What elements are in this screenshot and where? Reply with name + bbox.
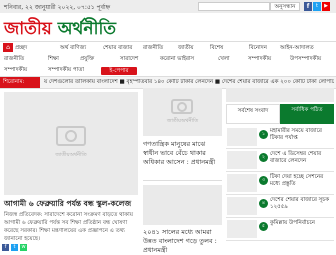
nav-item[interactable]: সম্পাদকীয় (4, 67, 27, 75)
list-number: ৪ (259, 199, 268, 208)
twitter-icon[interactable]: t (313, 2, 321, 11)
search-input[interactable] (198, 2, 270, 11)
nav-item[interactable]: শেয়ার বাজার (103, 45, 132, 53)
camera-placeholder-icon (171, 96, 193, 114)
nav-item[interactable]: খেলা (218, 56, 230, 64)
nav-item[interactable]: প্রচ্ছদ (15, 45, 27, 53)
image-watermark: জাতীয়অর্থনীতি (55, 152, 87, 158)
tab-popular[interactable]: সর্বাধিক পঠিত (280, 104, 334, 124)
nav-item[interactable]: প্রযুক্তি (80, 56, 94, 64)
nav-row-2: রাজনীতি শিক্ষা প্রযুক্তি সারাদেশ করোনা ভ… (0, 53, 336, 64)
list-number: ২ (259, 153, 268, 162)
nav-item[interactable]: বিশেষ (210, 45, 223, 53)
logo-part-1: জাতীয় (4, 19, 58, 39)
top-bar: শনিবার, ২২ জানুয়ারী ২০২২, ০৭:৫১ পূর্বাহ… (0, 0, 336, 13)
nav-item[interactable]: করোনা ভাইরাস (160, 56, 194, 64)
ticker-label: শিরোনাম: (0, 77, 40, 88)
nav-item[interactable]: সারাদেশ (120, 56, 138, 64)
list-thumbnail (227, 128, 257, 146)
home-icon[interactable]: ⌂ (3, 43, 13, 52)
nav-item[interactable]: অর্থ বাণিজ্য (60, 45, 86, 53)
nav-item[interactable]: সম্পাদকীয় পাতা (48, 67, 84, 75)
list-title[interactable]: মহামারীর সময়ে বাজারে টিকার পর্যাপ্ত (270, 128, 332, 142)
epaper-button[interactable]: ই-পেপার (101, 67, 137, 75)
twitter-share-icon[interactable]: t (11, 244, 18, 251)
nav-row-3: সম্পাদকীয় সম্পাদকীয় পাতা (0, 64, 336, 75)
list-thumbnail (227, 151, 257, 169)
list-number: ৩ (259, 176, 268, 185)
sidebar-banner (226, 88, 334, 102)
tab-latest[interactable]: সর্বশেষ সংবাদ (226, 104, 280, 124)
nav-item[interactable]: রাজনীতি (4, 56, 24, 64)
list-item[interactable]: ৫ কুমিল্লায় উপনির্বাচনে (226, 218, 334, 241)
ticker-text[interactable]: য় দেশগুলোর তালিকায় বাংলাদেশ ■ বৃহস্পতি… (44, 79, 334, 87)
list-item[interactable]: ১ মহামারীর সময়ে বাজারে টিকার পর্যাপ্ত (226, 126, 334, 149)
youtube-icon[interactable]: ▶ (322, 2, 330, 11)
image-watermark: জাতীয়অর্থনীতি (166, 118, 199, 124)
logo-part-2: অর্থনীতি (57, 19, 117, 39)
list-title[interactable]: টিকা দেয়া হচ্ছে সেশনের মধ্যে প্রস্তুতি (270, 174, 332, 188)
middle-story-image[interactable]: জাতীয়অর্থনীতি (143, 88, 222, 136)
nav-item[interactable]: বিনোদন (249, 45, 267, 53)
nav-item[interactable]: সম্পাদকীয় (248, 56, 271, 64)
sidebar-tabs: সর্বশেষ সংবাদ সর্বাধিক পঠিত (226, 104, 334, 124)
list-thumbnail (227, 220, 257, 238)
list-title[interactable]: দেশে এ ডিসেম্বর শেয়ার বাজারে লেনদেন (270, 151, 332, 165)
search-button[interactable]: অনুসন্ধান (270, 2, 300, 11)
middle-story-2-headline[interactable]: ২০৪১ সালের মধ্যে আমরা উন্নত বাংলাদেশ গড়… (143, 228, 222, 255)
nav-item[interactable]: উপসম্পাদকীয় (290, 56, 321, 64)
nav-row-1: ⌂ প্রচ্ছদ অর্থ বাণিজ্য শেয়ার বাজার রাজন… (0, 42, 336, 53)
nav-item[interactable]: জাতীয় (178, 45, 193, 53)
list-title[interactable]: দেশের শেয়ার বাজারে সূচক ১২৫৫৯ (270, 197, 332, 211)
nav-item[interactable]: আইন-আদালত (280, 45, 314, 53)
list-thumbnail (227, 174, 257, 192)
whatsapp-share-icon[interactable]: w (20, 244, 27, 251)
share-bar: f t w (0, 243, 100, 252)
list-title[interactable]: কুমিল্লায় উপনির্বাচনে (270, 220, 332, 227)
list-number: ৫ (259, 222, 268, 231)
lead-story-image[interactable]: জাতীয়অর্থনীতি (4, 92, 138, 195)
list-thumbnail (227, 197, 257, 215)
facebook-icon[interactable]: f (304, 2, 312, 11)
site-logo[interactable]: জাতীয় অর্থনীতি (4, 16, 117, 39)
nav-item[interactable]: রাজনীতি (143, 45, 163, 53)
list-item[interactable]: ৩ টিকা দেয়া হচ্ছে সেশনের মধ্যে প্রস্তুত… (226, 172, 334, 195)
list-item[interactable]: ৪ দেশের শেয়ার বাজারে সূচক ১২৫৫৯ (226, 195, 334, 218)
list-number: ১ (259, 130, 268, 139)
middle-story-1-headline[interactable]: গণতান্ত্রিক মানুষের মাঝে স্বাধীন ভাবে বে… (143, 140, 222, 167)
divider (143, 180, 222, 181)
list-item[interactable]: ২ দেশে এ ডিসেম্বর শেয়ার বাজারে লেনদেন (226, 149, 334, 172)
middle-story-2-image[interactable] (143, 185, 222, 225)
facebook-share-icon[interactable]: f (2, 244, 9, 251)
current-date: শনিবার, ২২ জানুয়ারী ২০২২, ০৭:৫১ পূর্বাহ… (4, 4, 111, 11)
main-navigation: ⌂ প্রচ্ছদ অর্থ বাণিজ্য শেয়ার বাজার রাজন… (0, 41, 336, 77)
camera-placeholder-icon (56, 122, 86, 146)
lead-headline[interactable]: আগামী ৬ ফেব্রুয়ারি পর্যন্ত বন্ধ স্কুল-ক… (4, 199, 138, 209)
nav-item[interactable]: শিক্ষা (48, 56, 59, 64)
